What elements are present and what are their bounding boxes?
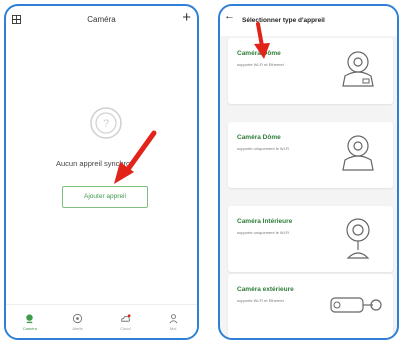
- device-name: Caméra Intérieure: [237, 218, 293, 225]
- tab-me[interactable]: Moi: [155, 313, 191, 331]
- top-bar: Caméra +: [6, 6, 197, 36]
- device-description: supporte uniquement le Wi-Fi: [237, 230, 290, 235]
- red-arrow-annotation: [114, 130, 157, 184]
- device-card-outdoor[interactable]: Caméra extérieure supporte Wi-Fi et Ethe…: [228, 274, 393, 338]
- top-bar: ← Sélectionner type d'appreil: [220, 6, 397, 36]
- phone-screen-device-type: ← Sélectionner type d'appreil Caméra Dôm…: [218, 4, 399, 340]
- device-name: Caméra extérieure: [237, 286, 294, 293]
- cloud-icon: [121, 313, 131, 322]
- bullet-camera-icon: [330, 297, 382, 313]
- device-description: supporte uniquement le Wi-Fi: [237, 146, 290, 151]
- svg-text:?: ?: [103, 118, 109, 130]
- back-arrow-icon[interactable]: ←: [224, 11, 235, 22]
- device-description: supporte Wi-Fi et Ethernet: [237, 62, 284, 67]
- phone-screen-camera: Caméra + ? Aucun appreil synchro Ajouter…: [4, 4, 199, 340]
- dome-camera-icon: [342, 135, 374, 171]
- tab-label: Caméra: [22, 325, 37, 331]
- tab-label: Cloud: [120, 325, 131, 331]
- device-name: Caméra Dôme: [237, 134, 281, 141]
- camera-icon: [26, 313, 34, 323]
- dome-camera-ethernet-icon: [342, 51, 374, 87]
- bottom-tab-bar: Caméra Alerte Cloud Moi: [6, 304, 197, 338]
- device-description: supporte Wi-Fi et Ethernet: [237, 298, 284, 303]
- user-icon: [169, 313, 178, 323]
- add-icon[interactable]: +: [182, 10, 191, 25]
- page-title: Caméra: [87, 15, 116, 24]
- tab-camera[interactable]: Caméra: [12, 313, 48, 331]
- device-card-indoor[interactable]: Caméra Intérieure supporte uniquement le…: [228, 206, 393, 272]
- add-device-button[interactable]: Ajouter appreil: [62, 186, 148, 208]
- red-arrow-annotation: [254, 22, 270, 59]
- tab-cloud[interactable]: Cloud: [107, 313, 143, 331]
- tab-label: Alerte: [72, 325, 83, 331]
- tab-alert[interactable]: Alerte: [60, 313, 96, 331]
- tab-label: Moi: [169, 325, 177, 331]
- device-card-dome-wifi[interactable]: Caméra Dôme supporte uniquement le Wi-Fi: [228, 122, 393, 188]
- alert-icon: [73, 313, 83, 323]
- indoor-camera-icon: [346, 218, 370, 259]
